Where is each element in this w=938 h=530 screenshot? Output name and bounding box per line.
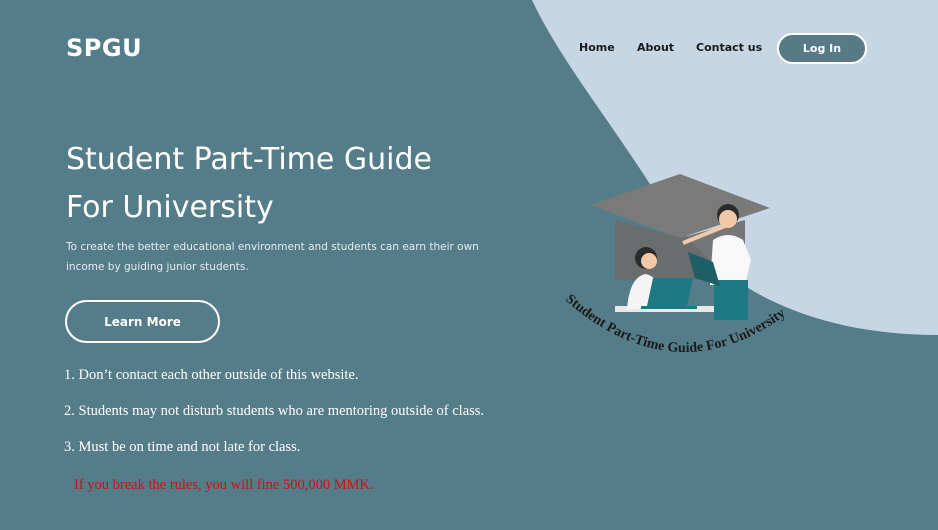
rule-item: 2. Students may not disturb students who… [64, 403, 485, 419]
rule-item: 3. Must be on time and not late for clas… [64, 439, 301, 455]
rule-item: 1. Don’t contact each other outside of t… [64, 367, 359, 383]
laptop-icon [647, 278, 693, 306]
nav-about-link[interactable]: About [637, 41, 674, 54]
hero-title: Student Part-Time Guide For University [66, 136, 486, 232]
nav-home-link[interactable]: Home [579, 41, 615, 54]
graduation-illustration: Student Part-Time Guide For University [562, 174, 788, 356]
site-logo[interactable]: SPGU [66, 34, 142, 62]
hero-title-line-2: For University [66, 190, 274, 225]
hero-title-line-1: Student Part-Time Guide [66, 142, 432, 177]
login-button[interactable]: Log In [777, 33, 867, 64]
hero-description: To create the better educational environ… [66, 241, 479, 273]
nav-contact-link[interactable]: Contact us [696, 41, 762, 54]
learn-more-button[interactable]: Learn More [65, 300, 220, 343]
rules-list: 1. Don’t contact each other outside of t… [64, 365, 484, 473]
rules-warning: If you break the rules, you will fine 50… [74, 477, 374, 493]
landing-page: SPGU Home About Contact us Log In Studen… [0, 0, 938, 530]
